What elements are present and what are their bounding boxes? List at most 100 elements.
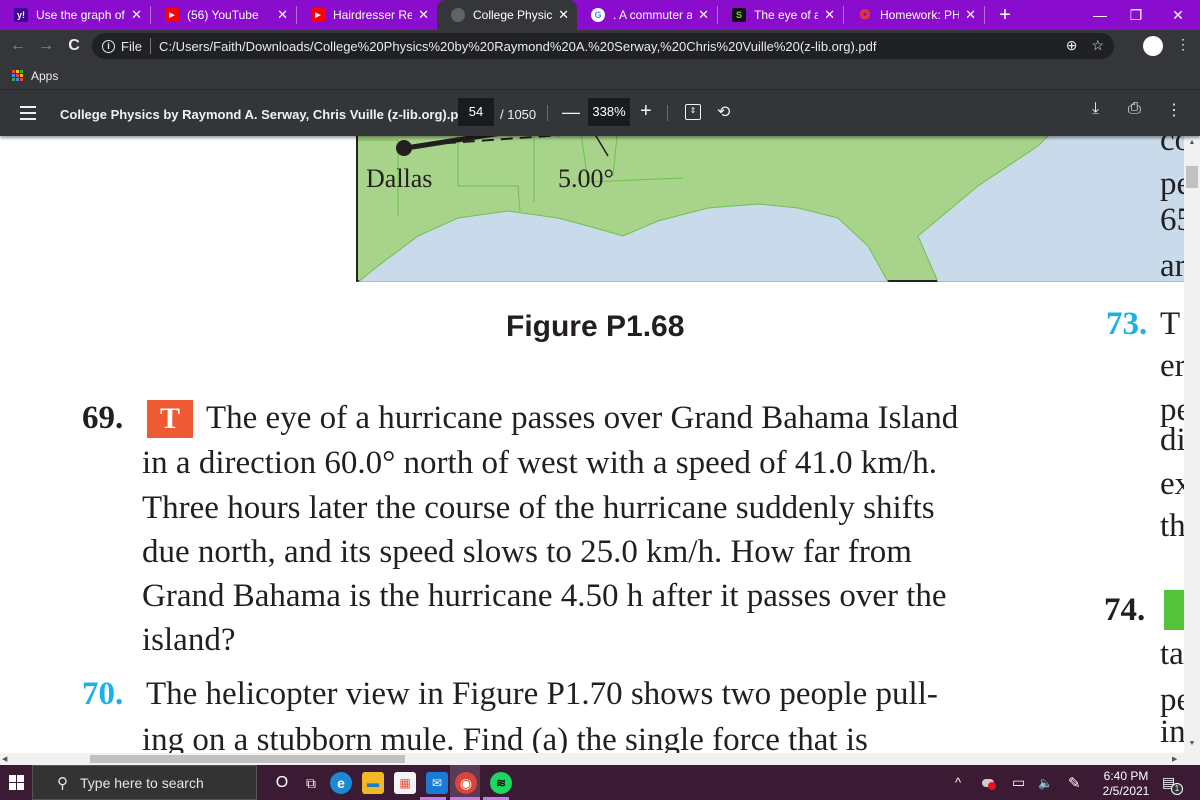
close-tab-icon[interactable]: ✕ xyxy=(131,7,142,23)
pdf-toolbar: College Physics by Raymond A. Serway, Ch… xyxy=(0,90,1200,136)
show-hidden-icons[interactable]: ^ xyxy=(955,765,961,800)
new-tab-button[interactable]: + xyxy=(995,4,1015,27)
studysoup-icon: S xyxy=(732,8,746,22)
tab-title: Homework: PHYS- xyxy=(880,8,960,22)
store-icon[interactable]: ▦ xyxy=(394,772,416,794)
url-text[interactable]: C:/Users/Faith/Downloads/College%20Physi… xyxy=(159,39,877,54)
zoom-indicator-icon[interactable]: ⊕ xyxy=(1066,37,1078,54)
mail-icon[interactable]: ✉ xyxy=(426,772,448,794)
scroll-up-arrow[interactable]: ▲ xyxy=(1184,136,1200,150)
print-icon[interactable]: ⎙ xyxy=(1128,100,1141,118)
right-column-fragment: th xyxy=(1160,508,1184,544)
notification-count-badge: 1 xyxy=(1171,783,1183,795)
right-column-fragment: co xyxy=(1160,136,1184,158)
problem-73-number: 73. xyxy=(1106,306,1148,342)
globe-icon xyxy=(451,8,465,22)
download-icon[interactable]: ⤓ xyxy=(1092,100,1099,118)
page-number-input[interactable]: 54 xyxy=(458,98,494,126)
tab-title: Hairdresser Reacts xyxy=(333,8,413,22)
tab-title: College Physics by xyxy=(473,8,553,22)
atlantic-ocean xyxy=(917,136,1184,282)
taskbar-search[interactable]: ⚲ Type here to search xyxy=(32,765,257,800)
canvas-icon: ❂ xyxy=(859,7,871,22)
right-column-fragment: in xyxy=(1160,714,1184,750)
rotate-icon[interactable]: ⟲ xyxy=(717,102,730,122)
zoom-level-input[interactable]: 338% xyxy=(588,98,630,126)
gulf-of-mexico xyxy=(358,203,889,282)
forward-button[interactable]: → xyxy=(32,32,60,60)
problem-69-line: Three hours later the course of the hurr… xyxy=(142,490,935,526)
bookmarks-bar: Apps xyxy=(0,62,1200,90)
problem-70-line: The helicopter view in Figure P1.70 show… xyxy=(146,676,938,712)
tab-5[interactable]: S The eye of a hurric ✕ xyxy=(718,0,843,30)
tab-6[interactable]: ❂ Homework: PHYS- ✕ xyxy=(844,0,984,30)
profile-avatar[interactable] xyxy=(1143,36,1163,56)
address-bar[interactable]: i File C:/Users/Faith/Downloads/College%… xyxy=(92,33,1114,59)
back-button[interactable]: ← xyxy=(4,32,32,60)
youtube-icon: ▶ xyxy=(165,8,179,22)
pdf-title: College Physics by Raymond A. Serway, Ch… xyxy=(60,107,471,122)
state-border xyxy=(457,136,521,212)
close-tab-icon[interactable]: ✕ xyxy=(698,7,709,23)
chrome-menu-button[interactable]: ⋮ xyxy=(1176,36,1190,52)
spotify-icon[interactable]: ≋ xyxy=(490,772,512,794)
pdf-page-viewport[interactable]: Dallas 5.00° Figure P1.68 69. T The eye … xyxy=(0,136,1184,765)
volume-icon[interactable]: 🔈 xyxy=(1038,765,1053,800)
close-tab-icon[interactable]: ✕ xyxy=(824,7,835,23)
problem-69-line: in a direction 60.0° north of west with … xyxy=(142,445,937,481)
map-drawing xyxy=(358,136,1184,282)
apps-bookmark[interactable]: Apps xyxy=(31,69,58,83)
tab-separator xyxy=(984,6,985,24)
scheme-label: File xyxy=(121,38,142,54)
close-tab-icon[interactable]: ✕ xyxy=(965,7,976,23)
cortana-icon[interactable]: O xyxy=(271,772,293,794)
tab-1[interactable]: ▶ (56) YouTube ✕ xyxy=(151,0,296,30)
restore-button[interactable]: ❐ xyxy=(1114,0,1158,30)
close-tab-icon[interactable]: ✕ xyxy=(277,7,288,23)
reload-button[interactable]: C xyxy=(60,32,88,60)
problem-70-number: 70. xyxy=(82,676,124,712)
site-info-icon[interactable]: i xyxy=(102,39,115,53)
fit-to-page-icon[interactable]: ⇕ xyxy=(685,104,701,120)
sidebar-menu-icon[interactable] xyxy=(20,106,36,120)
horizontal-scrollbar[interactable]: ◀ ▶ xyxy=(0,753,1184,765)
dallas-label: Dallas xyxy=(366,164,433,193)
task-view-icon[interactable]: ⧉ xyxy=(300,772,322,794)
scroll-left-arrow[interactable]: ◀ xyxy=(2,755,7,763)
close-window-button[interactable]: ✕ xyxy=(1156,0,1200,30)
tab-3-active[interactable]: College Physics by ✕ xyxy=(437,0,577,30)
right-column-fragment: di xyxy=(1160,422,1184,458)
onedrive-error-icon[interactable] xyxy=(982,765,996,800)
windows-taskbar: ⚲ Type here to search O ⧉ e ▬ ▦ ✉ ◉ ≋ ^ … xyxy=(0,765,1200,800)
zoom-in-button[interactable]: + xyxy=(640,100,652,123)
tab-0[interactable]: y! Use the graph of t ✕ xyxy=(0,0,150,30)
page-total: / 1050 xyxy=(500,107,537,122)
tab-2[interactable]: ▶ Hairdresser Reacts ✕ xyxy=(297,0,437,30)
address-separator xyxy=(149,38,151,54)
start-button[interactable] xyxy=(0,765,32,800)
chrome-icon[interactable]: ◉ xyxy=(455,772,477,794)
taskbar-clock[interactable]: 6:40 PM 2/5/2021 xyxy=(1096,769,1156,799)
pen-workspace-icon[interactable]: ✎ xyxy=(1068,765,1081,800)
file-explorer-icon[interactable]: ▬ xyxy=(362,772,384,794)
zoom-out-button[interactable]: — xyxy=(562,102,580,123)
edge-icon[interactable]: e xyxy=(330,772,352,794)
pdf-more-icon[interactable]: ⋮ xyxy=(1166,100,1182,120)
horizontal-scroll-thumb[interactable] xyxy=(90,755,405,763)
right-column-fragment: er xyxy=(1160,348,1184,384)
scroll-down-arrow[interactable]: ▼ xyxy=(1184,737,1200,751)
right-column-fragment: T xyxy=(1160,306,1181,342)
toolbar-divider xyxy=(547,105,548,121)
battery-icon[interactable]: ▭ xyxy=(1012,765,1025,800)
close-tab-icon[interactable]: ✕ xyxy=(558,7,569,23)
problem-69-line: Grand Bahama is the hurricane 4.50 h aft… xyxy=(142,578,947,614)
bookmark-star-icon[interactable]: ☆ xyxy=(1091,37,1104,54)
tab-4[interactable]: G . A commuter airpl ✕ xyxy=(577,0,717,30)
vertical-scrollbar[interactable]: ▲ ▼ xyxy=(1184,136,1200,765)
right-column-fragment: ar xyxy=(1160,248,1184,284)
clock-date: 2/5/2021 xyxy=(1102,784,1150,798)
scroll-right-arrow[interactable]: ▶ xyxy=(1172,755,1177,763)
close-tab-icon[interactable]: ✕ xyxy=(418,7,429,23)
right-column-fragment: pe xyxy=(1160,166,1184,202)
vertical-scroll-thumb[interactable] xyxy=(1186,166,1198,188)
